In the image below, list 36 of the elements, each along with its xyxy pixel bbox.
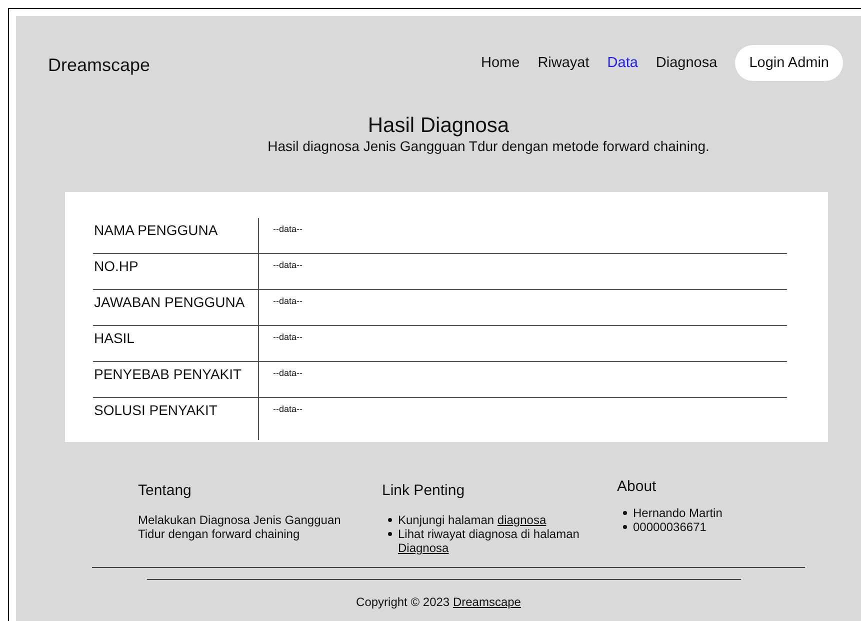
field-label: SOLUSI PENYAKIT bbox=[93, 398, 259, 440]
footer-list-item: Hernando Martin bbox=[633, 506, 722, 520]
bullet-icon bbox=[623, 525, 627, 529]
nav-link[interactable]: Data bbox=[607, 54, 638, 70]
footer-link-text: Kunjungi halaman diagnosa bbox=[398, 513, 548, 527]
footer-link[interactable]: diagnosa bbox=[497, 513, 546, 527]
copyright-text: Copyright © 2023 Dreamscape bbox=[355, 595, 522, 609]
footer-heading: Link Penting bbox=[382, 482, 465, 499]
footer-list-item: 00000036671 bbox=[633, 520, 706, 534]
field-label: PENYEBAB PENYAKIT bbox=[93, 362, 259, 397]
footer-heading: Tentang bbox=[138, 482, 192, 499]
footer-heading: About bbox=[617, 478, 656, 495]
footer-text: Melakukan Diagnosa Jenis Gangguan Tidur dengan forward chaining bbox=[138, 513, 342, 541]
bullet-icon bbox=[388, 532, 392, 536]
footer-link[interactable]: Diagnosa bbox=[398, 541, 449, 555]
copyright-link[interactable]: Dreamscape bbox=[452, 595, 521, 609]
login-button[interactable]: Login Admin bbox=[735, 44, 843, 80]
field-value: --data-- bbox=[272, 367, 303, 380]
bullet-icon bbox=[623, 511, 627, 515]
page-subtitle: Hasil diagnosa Jenis Gangguan Tdur dengan metode forward chaining. bbox=[266, 138, 710, 154]
field-value: --data-- bbox=[272, 259, 303, 272]
nav-link[interactable]: Diagnosa bbox=[656, 54, 718, 70]
nav-link[interactable]: Home bbox=[481, 54, 520, 70]
brand-name[interactable]: Dreamscape bbox=[48, 55, 150, 76]
nav-link[interactable]: Riwayat bbox=[538, 54, 590, 70]
field-label: NAMA PENGGUNA bbox=[93, 218, 259, 253]
field-value: --data-- bbox=[272, 403, 303, 416]
field-label: NO.HP bbox=[93, 254, 259, 289]
bullet-icon bbox=[388, 518, 392, 522]
footer-link-text: Lihat riwayat diagnosa di halaman Diagnosa bbox=[398, 527, 580, 555]
page-title: Hasil Diagnosa bbox=[366, 114, 510, 138]
field-label: JAWABAN PENGGUNA bbox=[93, 290, 259, 325]
field-label: HASIL bbox=[93, 326, 259, 361]
field-value: --data-- bbox=[272, 295, 303, 308]
field-value: --data-- bbox=[272, 331, 303, 344]
field-value: --data-- bbox=[272, 223, 303, 236]
